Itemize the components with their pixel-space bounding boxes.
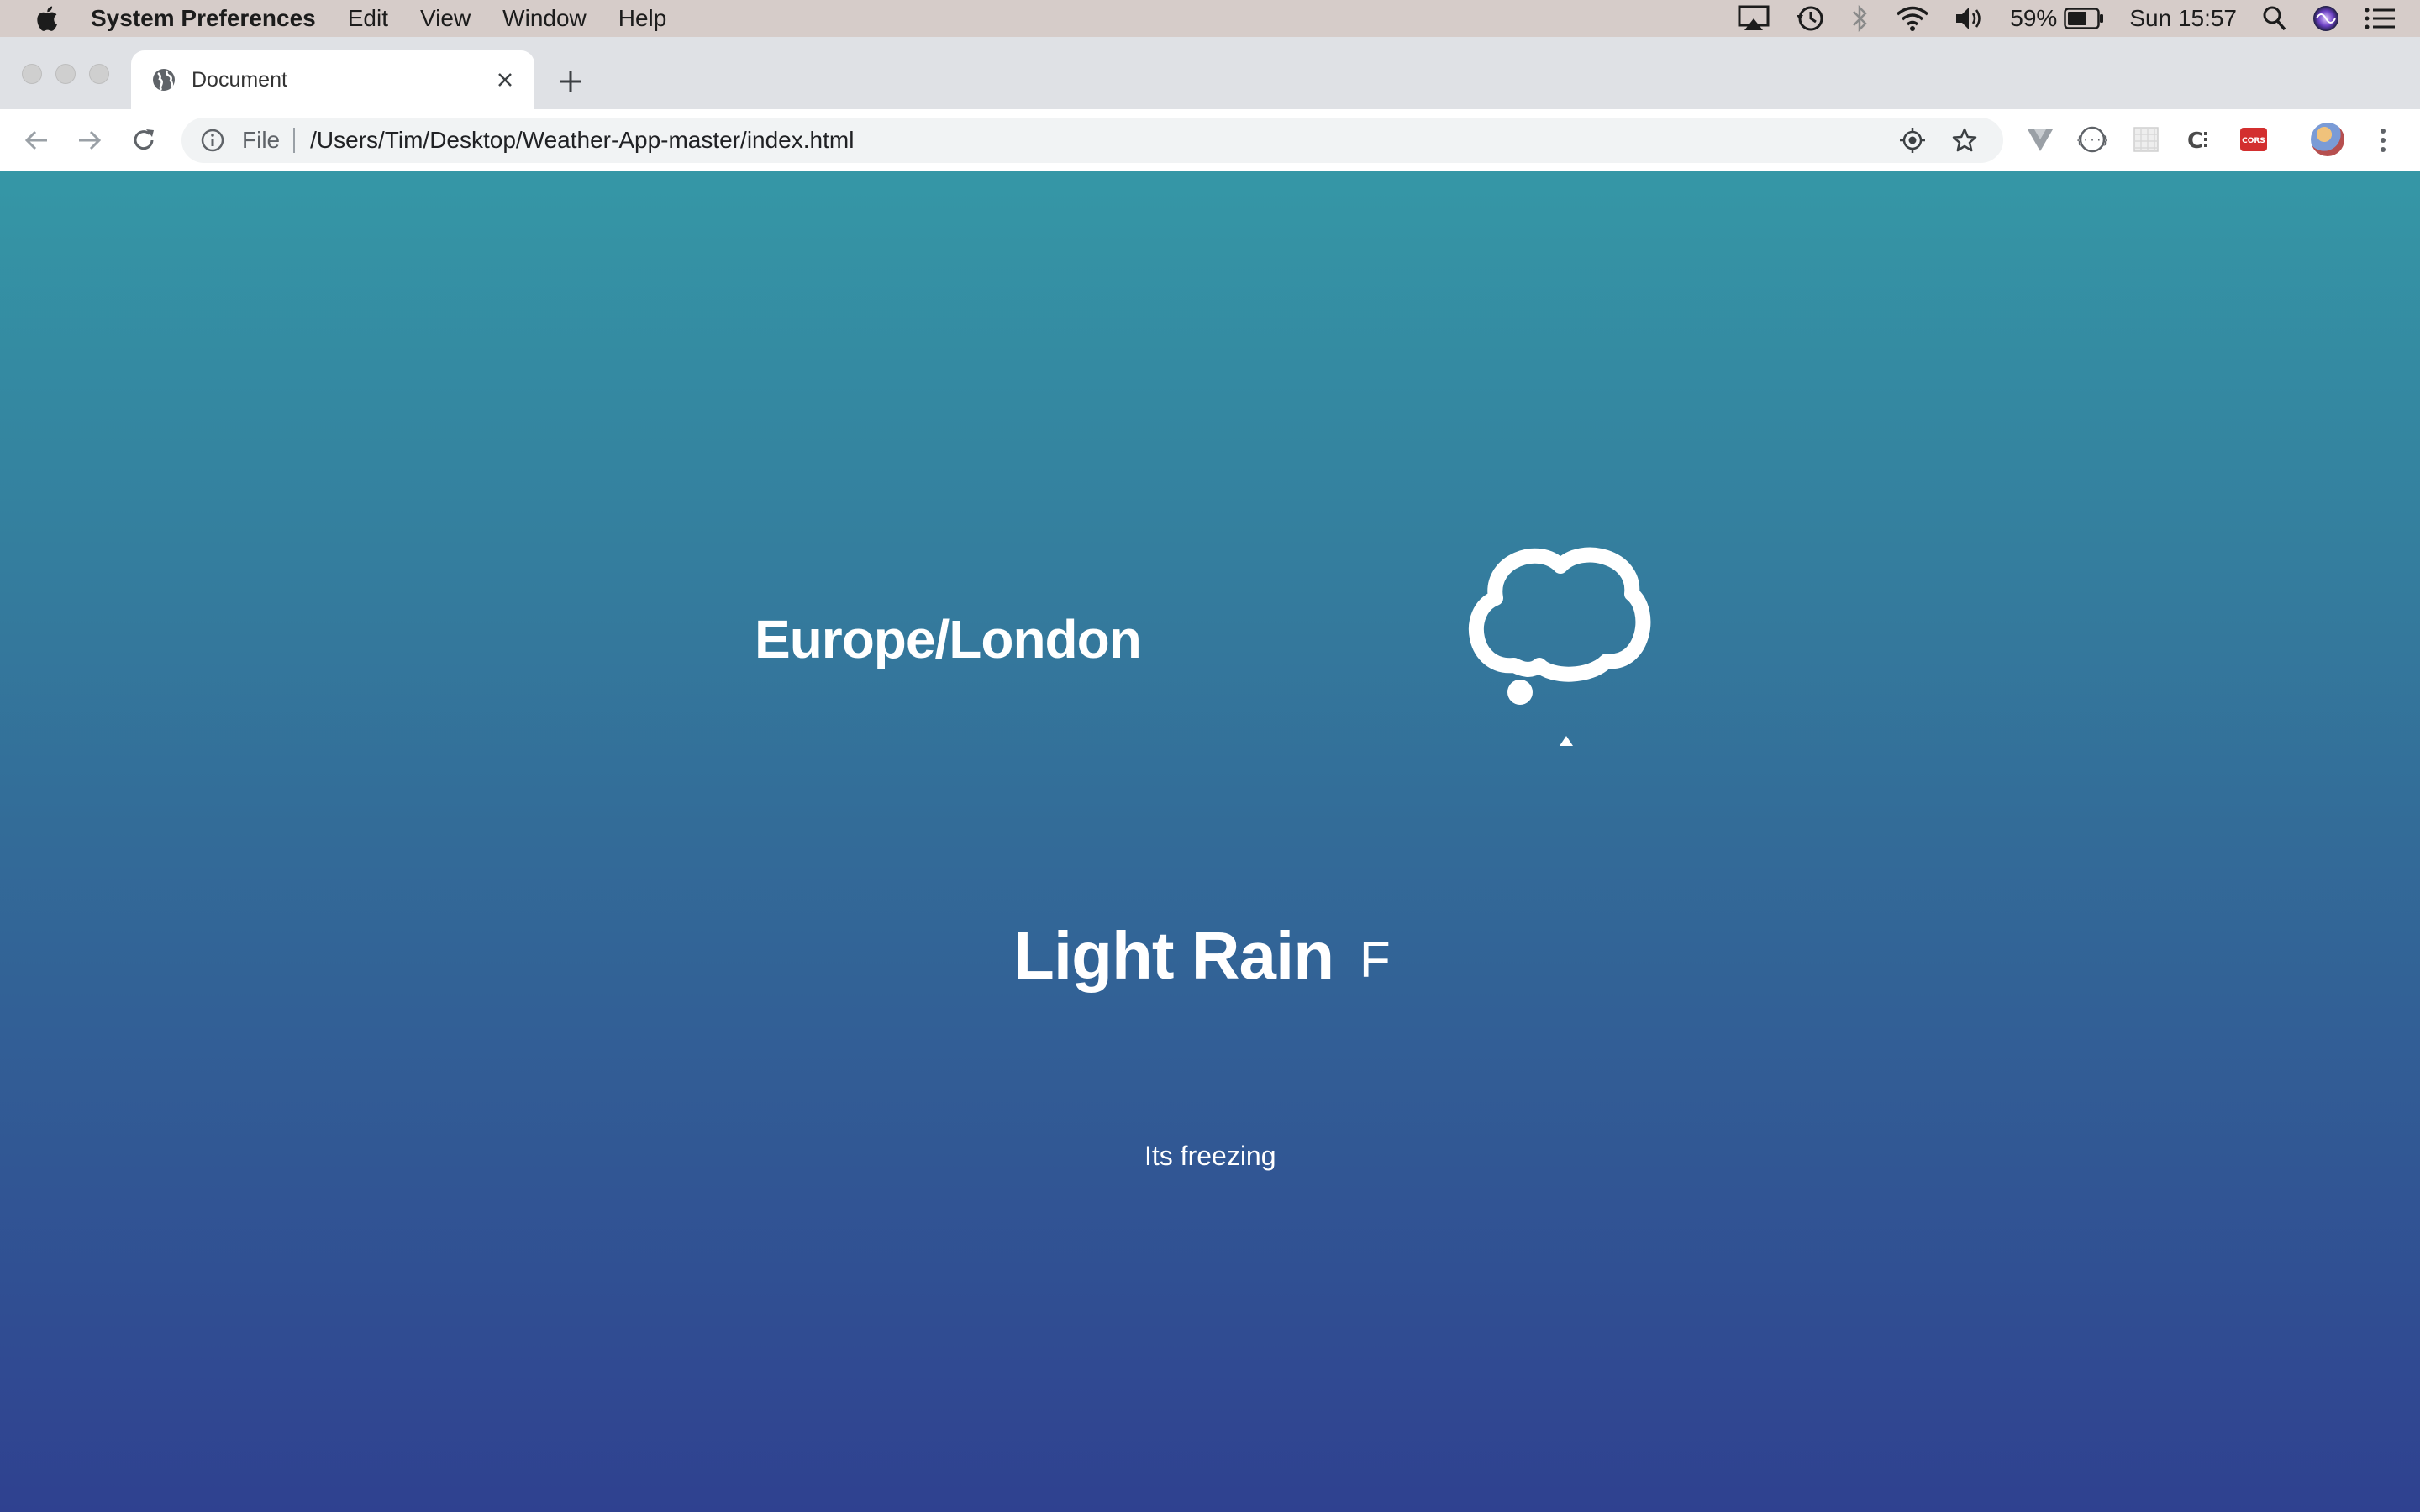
weather-description: Light Rain — [1013, 918, 1334, 993]
url-separator — [293, 128, 296, 153]
spotlight-search-icon[interactable] — [2262, 5, 2287, 32]
json-viewer-extension-icon[interactable]: {···} — [2077, 124, 2107, 155]
caret-up-icon — [1560, 736, 1573, 746]
menu-view[interactable]: View — [420, 5, 471, 32]
notification-center-icon[interactable] — [2365, 7, 2395, 30]
menu-clock[interactable]: Sun 15:57 — [2129, 5, 2237, 32]
profile-avatar[interactable] — [2311, 123, 2344, 156]
css-extension-icon[interactable]: C — [2185, 124, 2215, 155]
pattern-extension-icon[interactable] — [2131, 124, 2161, 155]
new-tab-plus-icon[interactable] — [556, 67, 585, 96]
globe-icon — [153, 69, 175, 91]
browser-tab-active[interactable]: Document — [131, 50, 534, 109]
weather-app-page: Europe/London Light Rain F Its freezing — [0, 171, 2420, 1512]
macos-menu-bar: System Preferences Edit View Window Help — [0, 0, 2420, 37]
siri-icon[interactable] — [2312, 5, 2339, 32]
reload-icon[interactable] — [129, 126, 158, 155]
vue-devtools-extension-icon[interactable] — [2025, 124, 2055, 155]
menu-window[interactable]: Window — [502, 5, 587, 32]
url-text[interactable]: /Users/Tim/Desktop/Weather-App-master/in… — [310, 127, 854, 154]
location-timezone: Europe/London — [755, 609, 1142, 669]
cloud-icon — [1469, 547, 1651, 705]
battery-icon — [2064, 8, 2104, 29]
menu-edit[interactable]: Edit — [348, 5, 388, 32]
window-minimize-button[interactable] — [55, 64, 76, 84]
address-bar[interactable]: File /Users/Tim/Desktop/Weather-App-mast… — [182, 118, 2003, 163]
site-info-icon[interactable] — [200, 128, 225, 153]
browser-menu-kebab-icon[interactable] — [2375, 126, 2391, 155]
cors-extension-icon[interactable]: CORS — [2238, 124, 2269, 155]
window-zoom-button[interactable] — [89, 64, 109, 84]
time-machine-icon[interactable] — [1795, 3, 1825, 34]
svg-text:{···}: {···} — [2077, 134, 2107, 147]
close-tab-icon[interactable] — [494, 69, 516, 91]
svg-text:C: C — [2187, 129, 2203, 154]
volume-icon[interactable] — [1954, 5, 1985, 32]
battery-percent: 59% — [2010, 5, 2058, 31]
forward-arrow-icon[interactable] — [76, 126, 104, 155]
bluetooth-icon[interactable] — [1850, 3, 1870, 34]
bookmark-star-icon[interactable] — [1951, 127, 1978, 154]
back-arrow-icon[interactable] — [22, 126, 50, 155]
temperature-message: Its freezing — [1144, 1141, 1276, 1171]
menu-app-name[interactable]: System Preferences — [91, 5, 316, 32]
apple-menu-icon[interactable] — [34, 4, 59, 33]
wifi-icon[interactable] — [1896, 5, 1929, 32]
location-target-icon[interactable] — [1899, 127, 1926, 154]
temperature-unit-toggle[interactable]: F — [1360, 931, 1391, 989]
window-close-button[interactable] — [22, 64, 42, 84]
svg-text:CORS: CORS — [2242, 137, 2265, 145]
airplay-icon[interactable] — [1738, 5, 1770, 32]
menu-help[interactable]: Help — [618, 5, 667, 32]
battery-status[interactable]: 59% — [2010, 5, 2104, 32]
tab-title: Document — [192, 67, 287, 92]
url-scheme-label: File — [242, 127, 281, 153]
